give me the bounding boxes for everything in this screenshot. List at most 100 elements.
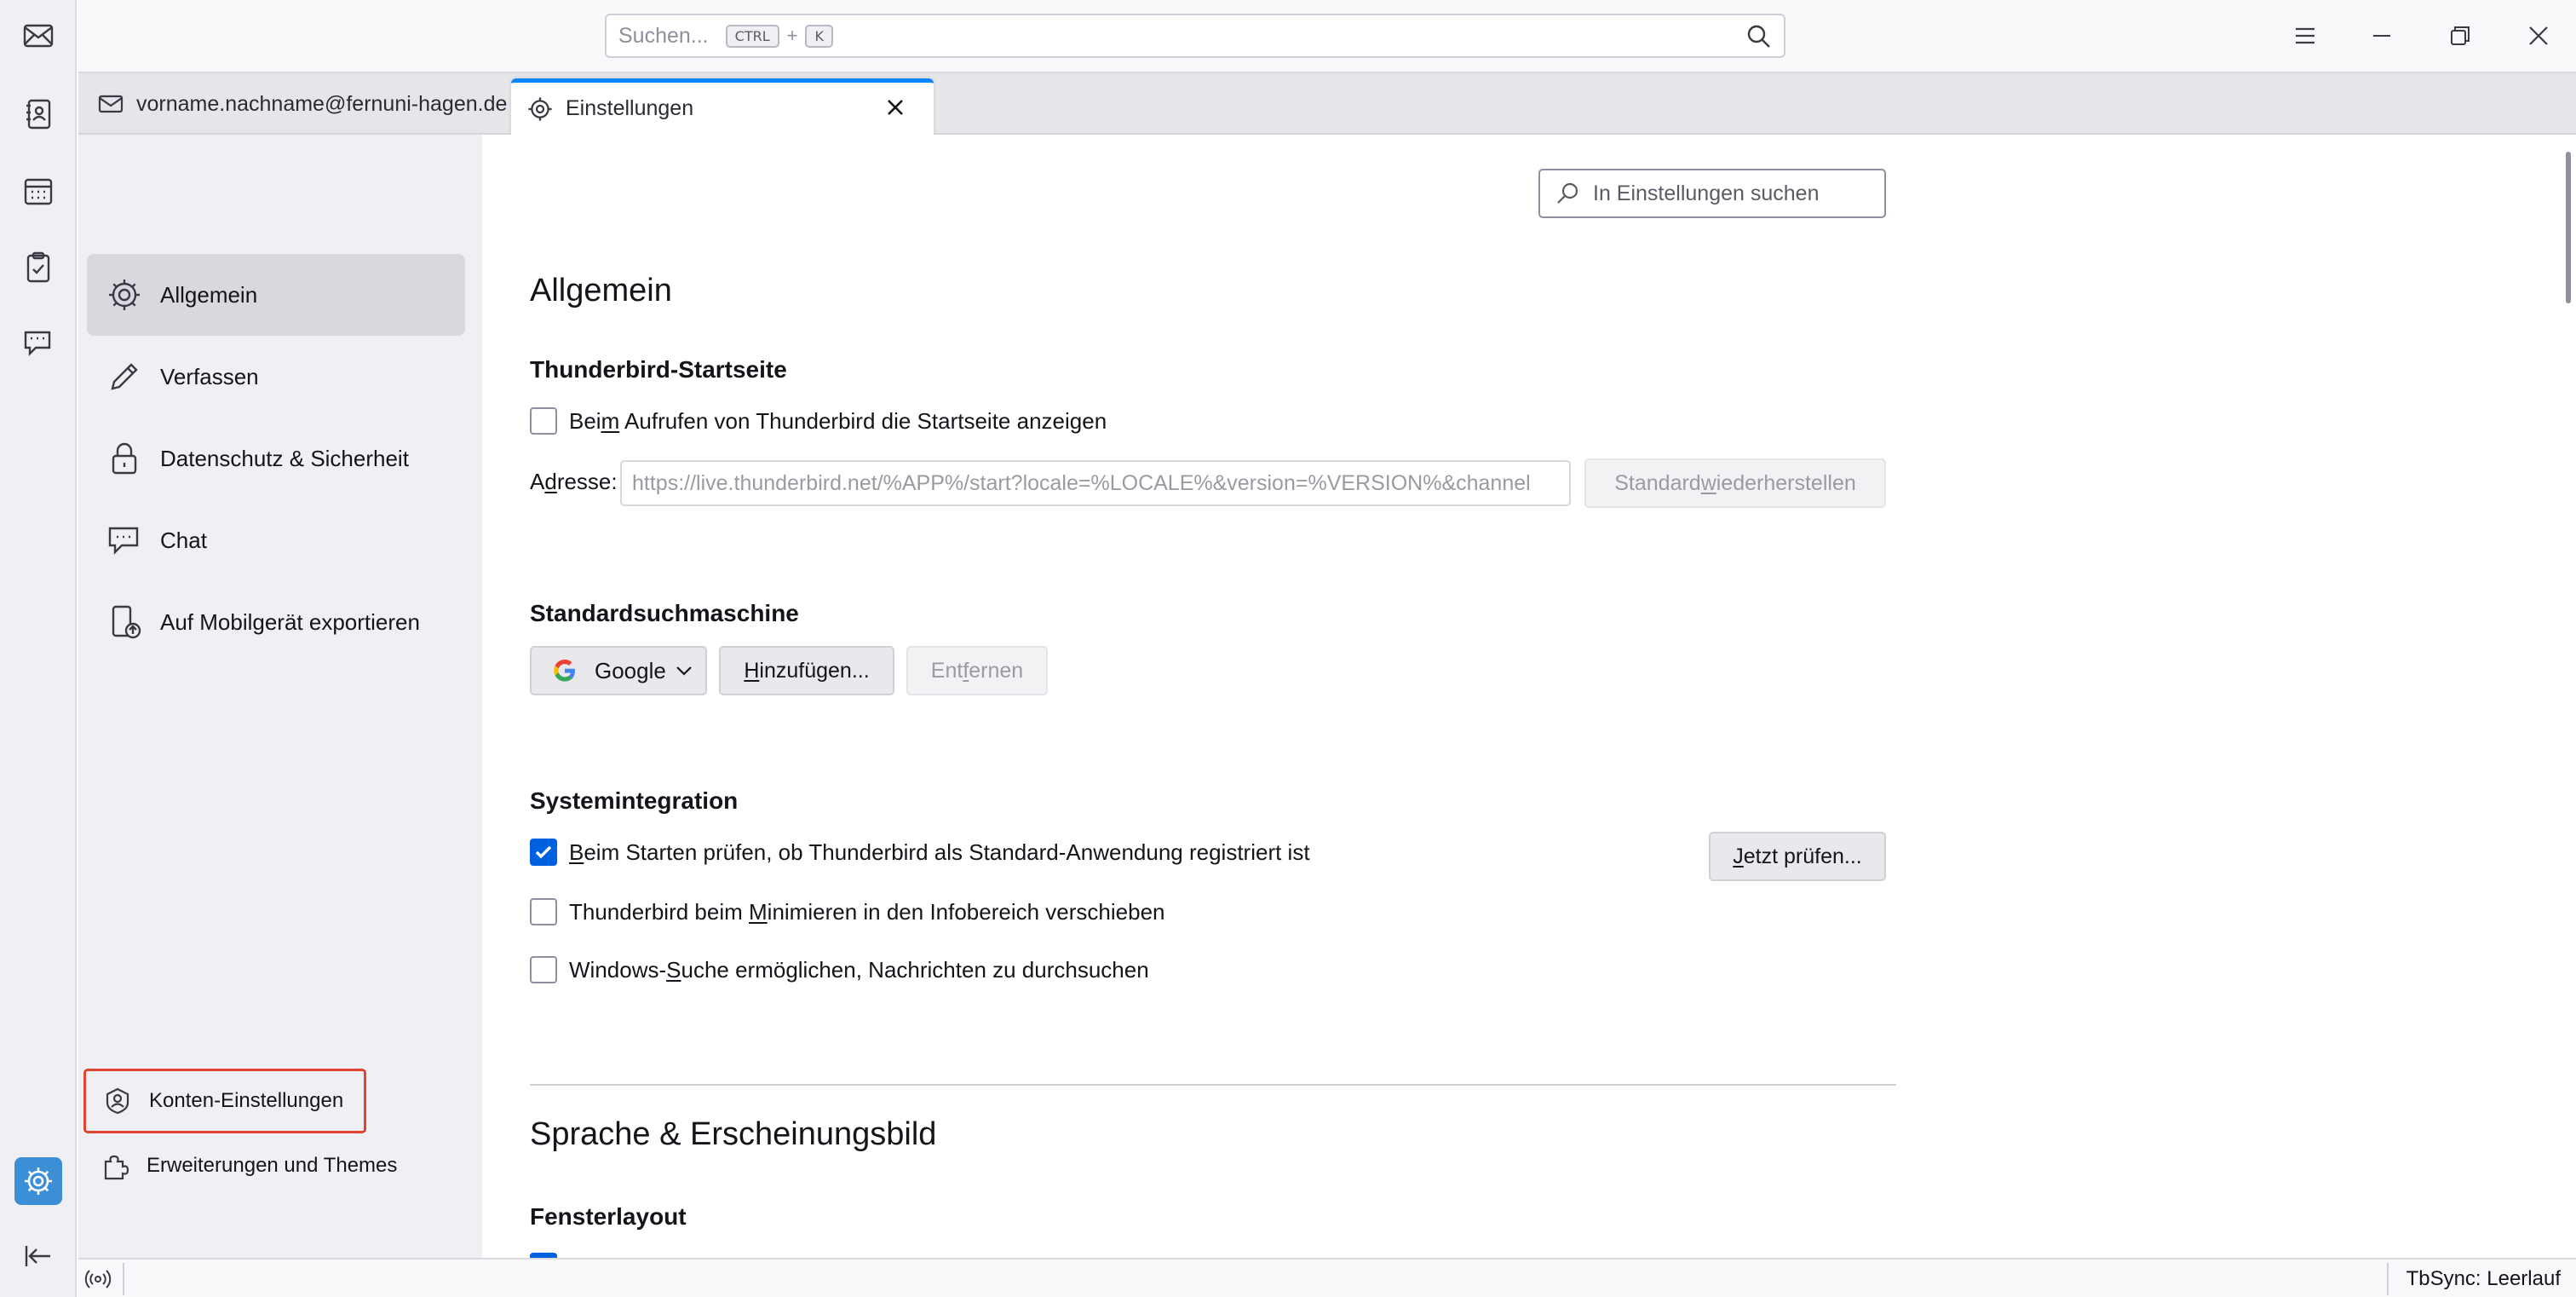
settings-search-placeholder: In Einstellungen suchen bbox=[1593, 181, 1820, 205]
windows-search-label: Windows-Suche ermöglichen, Nachrichten z… bbox=[569, 956, 1149, 983]
collapse-spaces-button[interactable] bbox=[14, 1232, 62, 1280]
shortcut-key-ctrl: CTRL bbox=[725, 24, 779, 48]
search-icon bbox=[1557, 182, 1578, 204]
tab-strip: vorname.nachname@fernuni-hagen.de Einste… bbox=[78, 73, 2576, 135]
category-privacy-security[interactable]: Datenschutz & Sicherheit bbox=[87, 418, 465, 499]
check-default-label: Beim Starten prüfen, ob Thunderbird als … bbox=[569, 839, 1310, 865]
tbsync-status[interactable]: TbSync: Leerlauf bbox=[2406, 1267, 2561, 1291]
account-settings-link[interactable]: Konten-Einstellungen bbox=[83, 1069, 366, 1133]
search-engine-select[interactable]: Google bbox=[530, 646, 707, 695]
mail-icon bbox=[98, 95, 124, 113]
windows-search-checkbox-row[interactable]: Windows-Suche ermöglichen, Nachrichten z… bbox=[530, 956, 1149, 983]
category-label: Auf Mobilgerät exportieren bbox=[160, 608, 420, 635]
settings-sidebar: Allgemein Verfassen Datenschutz & Sicher… bbox=[78, 135, 482, 1258]
minimize-icon bbox=[2373, 35, 2390, 37]
category-mobile-export[interactable]: Auf Mobilgerät exportieren bbox=[87, 581, 465, 663]
tab-label: Einstellungen bbox=[566, 96, 694, 120]
global-search-placeholder: Suchen... bbox=[618, 23, 709, 48]
settings-icon bbox=[25, 1167, 52, 1195]
section-divider bbox=[530, 1084, 1896, 1086]
close-icon bbox=[2529, 26, 2548, 45]
status-separator bbox=[2387, 1263, 2389, 1295]
show-startpage-label: Beim Aufrufen von Thunderbird die Starts… bbox=[569, 407, 1107, 434]
settings-content: In Einstellungen suchen Allgemein Thunde… bbox=[482, 135, 2559, 1261]
category-label: Chat bbox=[160, 527, 207, 553]
chat-icon bbox=[24, 331, 51, 356]
mail-space-button[interactable] bbox=[14, 12, 62, 60]
category-label: Datenschutz & Sicherheit bbox=[160, 445, 409, 471]
app-menu-button[interactable] bbox=[2288, 19, 2322, 53]
close-tab-icon[interactable] bbox=[881, 93, 910, 122]
settings-scrollbar[interactable] bbox=[2566, 152, 2571, 303]
collapse-icon bbox=[25, 1246, 50, 1266]
minimize-to-tray-checkbox[interactable] bbox=[530, 898, 557, 925]
minimize-button[interactable] bbox=[2365, 19, 2399, 53]
spaces-toolbar bbox=[0, 0, 77, 1297]
category-label: Verfassen bbox=[160, 363, 259, 389]
tasks-space-button[interactable] bbox=[14, 244, 62, 291]
addons-themes-label: Erweiterungen und Themes bbox=[147, 1154, 398, 1177]
section-heading-language-appearance: Sprache & Erscheinungsbild bbox=[530, 1116, 937, 1152]
shortcut-plus: + bbox=[786, 25, 798, 46]
online-status-icon[interactable] bbox=[83, 1265, 112, 1294]
pencil-icon bbox=[111, 363, 138, 390]
lock-icon bbox=[112, 442, 137, 475]
chat-space-button[interactable] bbox=[14, 319, 62, 366]
check-now-button[interactable]: Jetzt prüfen... bbox=[1709, 832, 1886, 881]
shortcut-key-k: K bbox=[805, 24, 833, 48]
add-search-engine-button[interactable]: Hinzufügen... bbox=[719, 646, 894, 695]
tasks-icon bbox=[26, 251, 50, 283]
system-integration-heading: Systemintegration bbox=[530, 787, 739, 814]
window-layout-heading: Fensterlayout bbox=[530, 1203, 687, 1230]
close-window-button[interactable] bbox=[2521, 19, 2556, 53]
startpage-heading: Thunderbird-Startseite bbox=[530, 356, 787, 383]
show-startpage-checkbox[interactable] bbox=[530, 407, 557, 435]
restore-default-button[interactable]: Standard w iederherstellen bbox=[1584, 458, 1886, 508]
show-startpage-checkbox-row[interactable]: Beim Aufrufen von Thunderbird die Starts… bbox=[530, 407, 1107, 435]
gear-icon bbox=[109, 280, 140, 310]
address-book-space-button[interactable] bbox=[14, 90, 62, 138]
title-bar: Suchen... CTRL + K bbox=[78, 0, 2576, 73]
mobile-export-icon bbox=[112, 605, 141, 639]
addons-themes-link[interactable]: Erweiterungen und Themes bbox=[101, 1145, 397, 1186]
checkmark-icon bbox=[535, 845, 552, 859]
windows-search-checkbox[interactable] bbox=[530, 956, 557, 983]
search-icon bbox=[1747, 25, 1770, 48]
tab-mail-account[interactable]: vorname.nachname@fernuni-hagen.de bbox=[97, 73, 507, 135]
check-default-checkbox[interactable] bbox=[530, 839, 557, 866]
check-default-checkbox-row[interactable]: Beim Starten prüfen, ob Thunderbird als … bbox=[530, 839, 1310, 866]
category-general[interactable]: Allgemein bbox=[87, 254, 465, 336]
settings-search-input[interactable]: In Einstellungen suchen bbox=[1538, 169, 1886, 218]
startpage-address-input[interactable]: https://live.thunderbird.net/%APP%/start… bbox=[620, 460, 1571, 506]
minimize-to-tray-label: Thunderbird beim Minimieren in den Infob… bbox=[569, 898, 1165, 925]
category-label: Allgemein bbox=[160, 281, 258, 308]
status-separator bbox=[123, 1263, 124, 1295]
restore-button[interactable] bbox=[2443, 19, 2477, 53]
settings-icon bbox=[528, 96, 552, 121]
tab-settings[interactable]: Einstellungen bbox=[511, 78, 934, 135]
puzzle-icon bbox=[104, 1155, 129, 1180]
chat-icon bbox=[108, 527, 139, 555]
minimize-to-tray-checkbox-row[interactable]: Thunderbird beim Minimieren in den Infob… bbox=[530, 898, 1165, 925]
restore-icon bbox=[2451, 26, 2470, 45]
calendar-icon bbox=[24, 178, 53, 205]
calendar-space-button[interactable] bbox=[14, 167, 62, 215]
address-book-icon bbox=[26, 99, 51, 130]
hamburger-menu-icon bbox=[2296, 27, 2314, 44]
remove-search-engine-button[interactable]: Ent f ernen bbox=[906, 646, 1048, 695]
tab-label: vorname.nachname@fernuni-hagen.de bbox=[136, 91, 508, 116]
mail-icon bbox=[23, 24, 54, 48]
search-engine-selected: Google bbox=[595, 657, 666, 683]
status-bar: TbSync: Leerlauf bbox=[78, 1258, 2576, 1297]
address-label: Adresse: bbox=[530, 469, 618, 494]
section-heading-general: Allgemein bbox=[530, 273, 672, 308]
account-settings-icon bbox=[106, 1087, 129, 1115]
search-engine-heading: Standardsuchmaschine bbox=[530, 600, 799, 626]
chevron-down-icon bbox=[676, 666, 692, 676]
google-icon bbox=[554, 660, 575, 682]
category-compose[interactable]: Verfassen bbox=[87, 336, 465, 418]
category-chat[interactable]: Chat bbox=[87, 499, 465, 581]
settings-space-button[interactable] bbox=[14, 1157, 62, 1205]
account-settings-label: Konten-Einstellungen bbox=[149, 1089, 344, 1112]
global-search-input[interactable]: Suchen... CTRL + K bbox=[605, 14, 1785, 58]
